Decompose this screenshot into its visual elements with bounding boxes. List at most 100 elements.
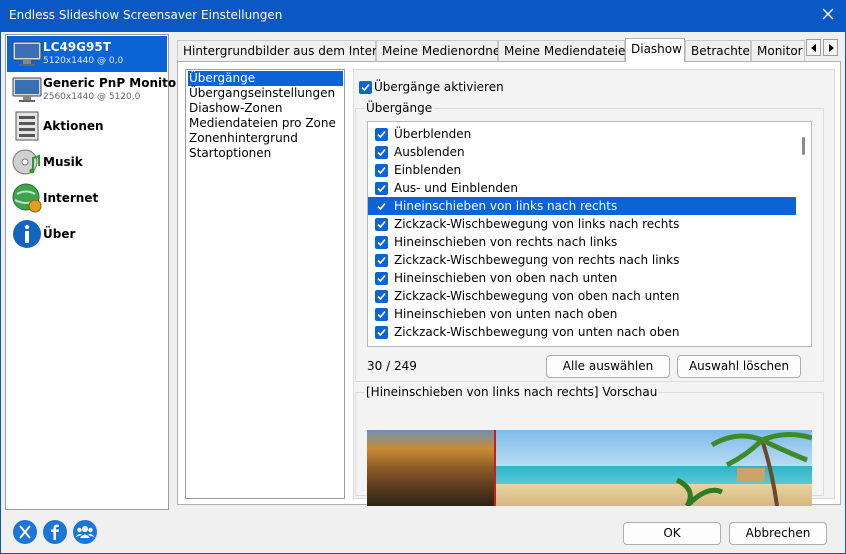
checkmark-icon	[377, 292, 386, 301]
section-item[interactable]: Mediendateien pro Zone	[188, 116, 343, 131]
tab-label: Meine Medienordner	[382, 44, 506, 58]
list-item[interactable]: Zickzack-Wischbewegung von rechts nach l…	[368, 251, 796, 269]
section-item[interactable]: Zonenhintergrund	[188, 131, 343, 146]
item-checkbox[interactable]	[375, 182, 388, 195]
list-item[interactable]: Einblenden	[368, 161, 796, 179]
tab-slideshow[interactable]: Diashow	[625, 38, 685, 62]
tab-monitor[interactable]: Monitor (	[751, 40, 805, 61]
slideshow-section-list: Übergänge Übergangseinstellungen Diashow…	[185, 69, 345, 499]
transition-preview-image	[367, 430, 812, 506]
item-checkbox[interactable]	[375, 326, 388, 339]
tab-panel-slideshow: Übergänge Übergangseinstellungen Diashow…	[177, 61, 841, 506]
select-all-button[interactable]: Alle auswählen	[546, 355, 670, 378]
sidebar-item-internet[interactable]: Internet	[7, 180, 167, 216]
sidebar-item-musik[interactable]: Musik	[7, 144, 167, 180]
checkmark-icon	[377, 184, 386, 193]
list-item[interactable]: Zickzack-Wischbewegung von links nach re…	[368, 215, 796, 233]
item-label: Hineinschieben von unten nach oben	[394, 307, 618, 321]
item-checkbox[interactable]	[375, 146, 388, 159]
tab-media-folders[interactable]: Meine Medienordner	[376, 40, 505, 61]
sidebar-item-label: LC49G95T	[43, 40, 111, 54]
item-label: Zickzack-Wischbewegung von unten nach ob…	[394, 325, 680, 339]
checkmark-icon	[377, 202, 386, 211]
monitor-icon	[11, 74, 43, 106]
clear-selection-button[interactable]: Auswahl löschen	[677, 355, 801, 378]
cancel-button[interactable]: Abbrechen	[729, 522, 827, 545]
tab-label: Diashow	[631, 42, 682, 56]
close-icon[interactable]	[820, 6, 836, 22]
checkmark-icon	[377, 328, 386, 337]
section-item[interactable]: Diashow-Zonen	[188, 101, 343, 116]
x-twitter-icon[interactable]	[13, 520, 37, 544]
item-label: Zickzack-Wischbewegung von oben nach unt…	[394, 289, 680, 303]
transitions-settings: Übergänge aktivieren Übergänge Überblend…	[353, 69, 835, 506]
list-item[interactable]: Hineinschieben von unten nach oben	[368, 305, 796, 323]
item-checkbox[interactable]	[375, 200, 388, 213]
item-label: Hineinschieben von rechts nach links	[394, 235, 618, 249]
sidebar: LC49G95T 5120x1440 @ 0,0 Generic PnP Mon…	[5, 34, 182, 510]
enable-transitions-checkbox[interactable]	[359, 81, 372, 94]
checkmark-icon	[377, 274, 386, 283]
item-label: Zickzack-Wischbewegung von links nach re…	[394, 217, 680, 231]
list-item-selected[interactable]: Hineinschieben von links nach rechts	[368, 197, 796, 215]
sidebar-item-resolution: 2560x1440 @ 5120,0	[43, 92, 141, 102]
item-checkbox[interactable]	[375, 272, 388, 285]
scrollbar-thumb[interactable]	[802, 137, 805, 155]
tab-label: Monitor (	[757, 44, 804, 58]
facebook-icon[interactable]	[43, 520, 67, 544]
checkmark-icon	[361, 83, 370, 92]
transitions-counter: 30 / 249	[367, 359, 417, 373]
item-checkbox[interactable]	[375, 290, 388, 303]
list-scrollbar[interactable]	[796, 122, 811, 346]
item-label: Überblenden	[394, 127, 472, 141]
sidebar-item-label: Über	[43, 227, 76, 241]
transitions-group-title: Übergänge	[364, 101, 435, 115]
dialog-body: LC49G95T 5120x1440 @ 0,0 Generic PnP Mon…	[0, 32, 846, 554]
item-label: Hineinschieben von links nach rechts	[394, 199, 618, 213]
list-item[interactable]: Zickzack-Wischbewegung von unten nach ob…	[368, 323, 796, 341]
sidebar-item-aktionen[interactable]: Aktionen	[7, 108, 167, 144]
item-label: Aus- und Einblenden	[394, 181, 518, 195]
item-checkbox[interactable]	[375, 236, 388, 249]
item-checkbox[interactable]	[375, 164, 388, 177]
sidebar-item-monitor-1[interactable]: LC49G95T 5120x1440 @ 0,0	[7, 36, 167, 72]
item-label: Ausblenden	[394, 145, 465, 159]
item-checkbox[interactable]	[375, 128, 388, 141]
chevron-left-icon	[810, 44, 816, 52]
palm-tree-graphic	[675, 432, 812, 506]
section-item[interactable]: Übergangseinstellungen	[188, 86, 343, 101]
sidebar-item-about[interactable]: Über	[7, 216, 167, 252]
list-item[interactable]: Ausblenden	[368, 143, 796, 161]
tab-media-files[interactable]: Meine Mediendateien	[498, 40, 633, 61]
tab-scroll-right-button[interactable]	[823, 39, 838, 56]
preview-title: [Hineinschieben von links nach rechts] V…	[364, 385, 660, 399]
item-label: Zickzack-Wischbewegung von rechts nach l…	[394, 253, 680, 267]
list-item[interactable]: Aus- und Einblenden	[368, 179, 796, 197]
checkmark-icon	[377, 130, 386, 139]
list-item[interactable]: Zickzack-Wischbewegung von oben nach unt…	[368, 287, 796, 305]
sidebar-item-monitor-2[interactable]: Generic PnP Monitor 2560x1440 @ 5120,0	[7, 72, 182, 108]
ok-button[interactable]: OK	[623, 522, 721, 545]
tab-viewer[interactable]: Betrachter	[685, 40, 755, 61]
sidebar-item-label: Aktionen	[43, 119, 104, 133]
tab-scroll-left-button[interactable]	[806, 39, 821, 56]
section-item[interactable]: Startoptionen	[188, 146, 343, 161]
list-item[interactable]: Hineinschieben von rechts nach links	[368, 233, 796, 251]
preview-forest-image	[367, 430, 495, 506]
list-item[interactable]: Hineinschieben von oben nach unten	[368, 269, 796, 287]
item-checkbox[interactable]	[375, 254, 388, 267]
sidebar-item-resolution: 5120x1440 @ 0,0	[43, 56, 124, 66]
sidebar-item-label: Generic PnP Monitor	[43, 76, 183, 90]
preview-transition-edge	[494, 430, 496, 506]
community-icon[interactable]	[73, 520, 97, 544]
checkmark-icon	[377, 238, 386, 247]
globe-icon	[11, 182, 43, 214]
list-item[interactable]: Überblenden	[368, 125, 796, 143]
checkmark-icon	[377, 166, 386, 175]
section-item[interactable]: Übergänge	[188, 71, 343, 86]
checkmark-icon	[377, 220, 386, 229]
item-checkbox[interactable]	[375, 308, 388, 321]
item-checkbox[interactable]	[375, 218, 388, 231]
tab-internet-backgrounds[interactable]: Hintergrundbilder aus dem Internet	[177, 40, 396, 61]
music-disc-icon	[11, 146, 43, 178]
